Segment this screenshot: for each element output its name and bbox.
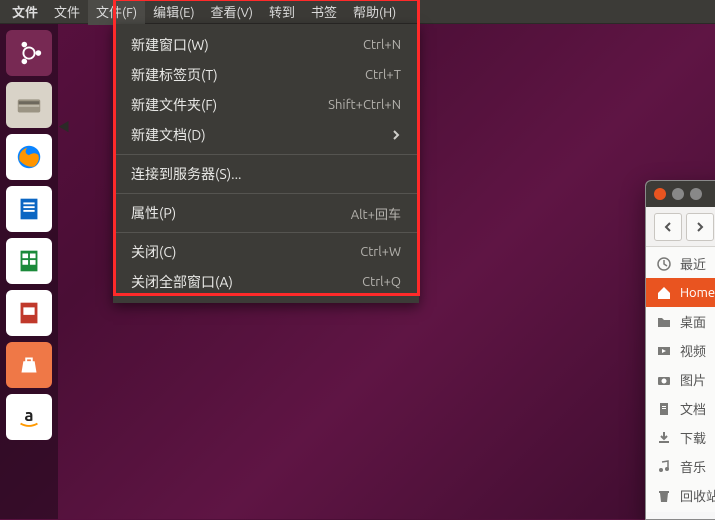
menu-item-accelerator: Ctrl+N: [363, 38, 401, 52]
menu-item-label: 关闭(C): [131, 242, 360, 262]
menu-item-label: 新建窗口(W): [131, 35, 363, 55]
launcher-software-icon[interactable]: [6, 342, 52, 388]
launcher-firefox-icon[interactable]: [6, 134, 52, 180]
nav-forward-button[interactable]: [686, 213, 714, 241]
menu-item[interactable]: 关闭(C)Ctrl+W: [113, 237, 419, 267]
window-maximize-button[interactable]: [690, 188, 702, 200]
chevron-right-icon: [391, 127, 401, 143]
menu-item-label: 关闭全部窗口(A): [131, 272, 362, 292]
sidebar-item-home[interactable]: Home: [646, 278, 715, 307]
menu-file-app[interactable]: 文件: [46, 0, 88, 25]
menu-item-label: 连接到服务器(S)...: [131, 164, 401, 184]
menu-item[interactable]: 新建文件夹(F)Shift+Ctrl+N: [113, 90, 419, 120]
menu-item-label: 新建文件夹(F): [131, 95, 328, 115]
document-icon: [656, 401, 672, 417]
sidebar-item-label: 回收站: [680, 486, 715, 505]
menu-item[interactable]: 新建窗口(W)Ctrl+N: [113, 30, 419, 60]
clock-icon: [656, 256, 672, 272]
sidebar-item-label: 桌面: [680, 312, 706, 331]
menu-item[interactable]: 新建文档(D): [113, 120, 419, 150]
launcher-impress-icon[interactable]: [6, 290, 52, 336]
sidebar-item-camera[interactable]: 图片: [646, 365, 715, 394]
sidebar-item-music[interactable]: 音乐: [646, 452, 715, 481]
launcher-writer-icon[interactable]: [6, 186, 52, 232]
sidebar-item-download[interactable]: 下载: [646, 423, 715, 452]
menu-item-accelerator: Ctrl+Q: [362, 275, 401, 289]
menu-item[interactable]: 属性(P)Alt+回车: [113, 198, 419, 228]
sidebar-item-clock[interactable]: 最近: [646, 249, 715, 278]
menu-item-label: 属性(P): [131, 203, 351, 223]
app-title: 文件: [4, 2, 46, 21]
menu-bookmarks[interactable]: 书签: [303, 0, 345, 25]
menu-item-accelerator: Ctrl+W: [360, 245, 401, 259]
window-titlebar[interactable]: [646, 181, 715, 207]
unity-launcher: a: [0, 24, 58, 519]
sidebar-item-video[interactable]: 视频: [646, 336, 715, 365]
sidebar-item-folder[interactable]: 桌面: [646, 307, 715, 336]
menu-item[interactable]: 关闭全部窗口(A)Ctrl+Q: [113, 267, 419, 297]
home-icon: [656, 285, 672, 301]
menu-item-accelerator: Ctrl+T: [365, 68, 401, 82]
file-menu-dropdown: 新建窗口(W)Ctrl+N新建标签页(T)Ctrl+T新建文件夹(F)Shift…: [113, 24, 419, 303]
download-icon: [656, 430, 672, 446]
menu-help[interactable]: 帮助(H): [345, 0, 404, 25]
menu-separator: [113, 232, 419, 233]
window-close-button[interactable]: [654, 188, 666, 200]
launcher-resize-handle[interactable]: ◀: [58, 118, 70, 135]
menu-item-accelerator: Alt+回车: [351, 204, 401, 223]
files-toolbar: [646, 207, 715, 247]
sidebar-item-trash[interactable]: 回收站: [646, 481, 715, 510]
menu-file[interactable]: 文件(F): [88, 0, 145, 25]
menu-item-accelerator: Shift+Ctrl+N: [328, 98, 401, 112]
launcher-files-icon[interactable]: [6, 82, 52, 128]
launcher-dash-icon[interactable]: [6, 30, 52, 76]
menu-item-label: 新建标签页(T): [131, 65, 365, 85]
music-icon: [656, 459, 672, 475]
menu-edit[interactable]: 编辑(E): [145, 0, 202, 25]
trash-icon: [656, 488, 672, 504]
nav-back-button[interactable]: [654, 213, 682, 241]
video-icon: [656, 343, 672, 359]
files-window: 最近 Home 桌面视频图片文档下载音乐回收站: [645, 180, 715, 520]
menu-view[interactable]: 查看(V): [203, 0, 261, 25]
sidebar-item-document[interactable]: 文档: [646, 394, 715, 423]
camera-icon: [656, 372, 672, 388]
menu-item[interactable]: 新建标签页(T)Ctrl+T: [113, 60, 419, 90]
menu-go[interactable]: 转到: [261, 0, 303, 25]
files-sidebar: 最近 Home 桌面视频图片文档下载音乐回收站: [646, 247, 715, 512]
menu-item[interactable]: 连接到服务器(S)...: [113, 159, 419, 189]
launcher-calc-icon[interactable]: [6, 238, 52, 284]
sidebar-item-label: 最近: [680, 254, 706, 273]
sidebar-item-label: 视频: [680, 341, 706, 360]
launcher-amazon-icon[interactable]: a: [6, 394, 52, 440]
window-minimize-button[interactable]: [672, 188, 684, 200]
menu-separator: [113, 193, 419, 194]
sidebar-item-label: 图片: [680, 370, 706, 389]
sidebar-item-label: Home: [680, 286, 715, 300]
menu-item-label: 新建文档(D): [131, 125, 391, 145]
folder-icon: [656, 314, 672, 330]
sidebar-item-label: 音乐: [680, 457, 706, 476]
sidebar-item-label: 下载: [680, 428, 706, 447]
sidebar-item-label: 文档: [680, 399, 706, 418]
menu-separator: [113, 154, 419, 155]
svg-text:a: a: [24, 406, 33, 425]
global-menubar: 文件 文件 文件(F) 编辑(E) 查看(V) 转到 书签 帮助(H): [0, 0, 715, 24]
